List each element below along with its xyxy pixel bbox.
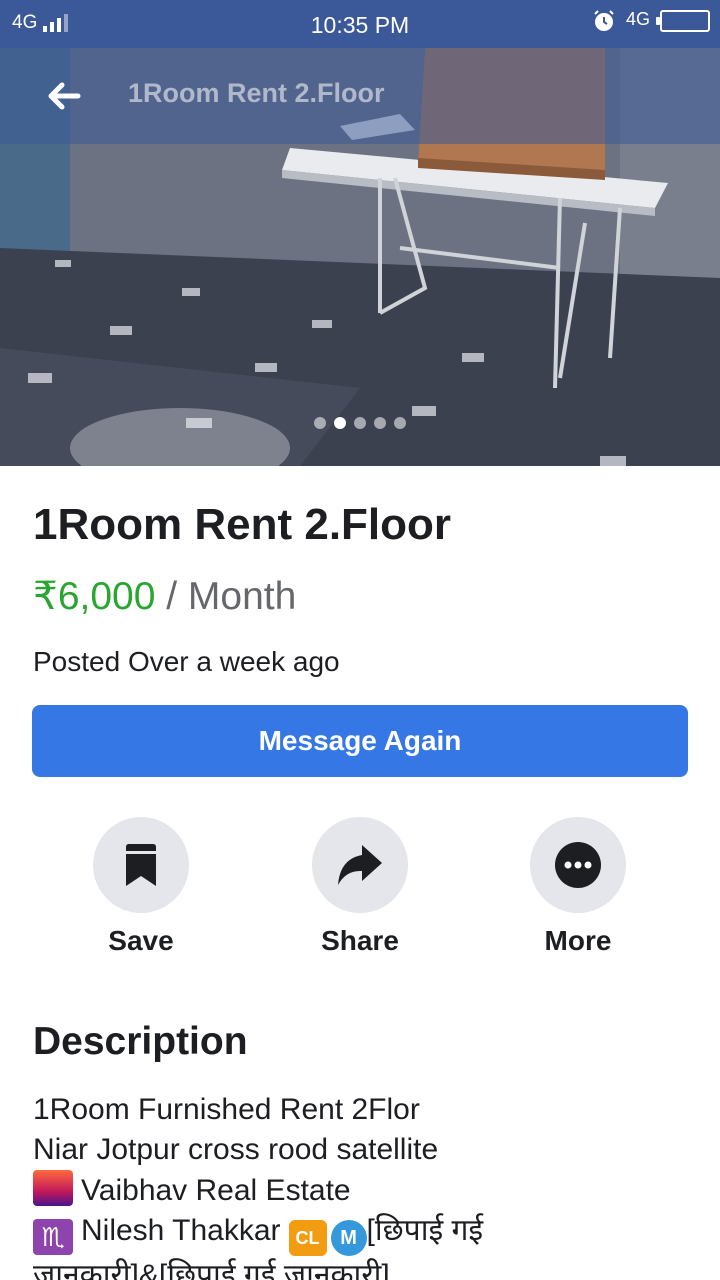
message-again-button[interactable]: Message Again: [32, 705, 688, 777]
carousel-indicator: [0, 417, 720, 429]
save-button[interactable]: Save: [61, 817, 221, 957]
city-sunset-icon: [33, 1170, 73, 1206]
listing-title: 1Room Rent 2.Floor: [33, 500, 452, 549]
bookmark-icon: [126, 844, 156, 886]
scorpius-icon: ♏: [33, 1219, 73, 1255]
share-button[interactable]: Share: [280, 817, 440, 957]
description-line: ♏ Nilesh Thakkar CL M [छिपाई गई: [33, 1211, 693, 1256]
hidden-info: [छिपाई गई: [366, 1214, 484, 1247]
price-row: ₹6,000 / Month: [33, 574, 296, 619]
app-bar-title: 1Room Rent 2.Floor: [128, 78, 385, 108]
agency-name: Vaibhav Real Estate: [81, 1174, 351, 1207]
carousel-dot[interactable]: [354, 417, 366, 429]
arrow-left-icon: [48, 82, 81, 110]
carousel-dot-active[interactable]: [334, 417, 346, 429]
status-right: 4G: [592, 9, 710, 33]
description-text: 1Room Furnished Rent 2Flor Niar Jotpur c…: [33, 1090, 693, 1280]
price-period: / Month: [155, 575, 297, 618]
carousel-dot[interactable]: [374, 417, 386, 429]
carousel-dot[interactable]: [314, 417, 326, 429]
save-label: Save: [108, 925, 174, 956]
listing-photo[interactable]: 1Room Rent 2.Floor: [0, 48, 720, 466]
price: ₹6,000: [33, 575, 156, 618]
m-circle-icon: M: [330, 1220, 367, 1256]
more-dots-icon: [555, 842, 601, 888]
back-button[interactable]: [40, 74, 88, 118]
status-bar: 4G 10:35 PM 4G: [0, 0, 720, 48]
carousel-dot[interactable]: [394, 417, 406, 429]
description-line: Niar Jotpur cross rood satellite: [33, 1133, 439, 1166]
alarm-icon: [594, 10, 614, 31]
share-label: Share: [321, 925, 399, 956]
more-circle: [530, 817, 626, 913]
description-line: 1Room Furnished Rent 2Flor: [33, 1093, 420, 1126]
share-circle: [312, 817, 408, 913]
share-arrow-icon: [338, 845, 382, 885]
description-heading: Description: [33, 1020, 248, 1063]
battery-icon: [656, 10, 710, 32]
description-line: जानकारी]&[छिपाई गई जानकारी]: [33, 1259, 390, 1280]
description-line: Vaibhav Real Estate: [33, 1170, 693, 1211]
more-label: More: [544, 925, 612, 956]
posted-time: Posted Over a week ago: [33, 646, 340, 677]
save-circle: [93, 817, 189, 913]
more-button[interactable]: More: [498, 817, 658, 957]
network-type-2: 4G: [625, 9, 650, 29]
agent-name: Nilesh Thakkar: [81, 1214, 281, 1247]
cl-badge-icon: CL: [288, 1220, 327, 1256]
